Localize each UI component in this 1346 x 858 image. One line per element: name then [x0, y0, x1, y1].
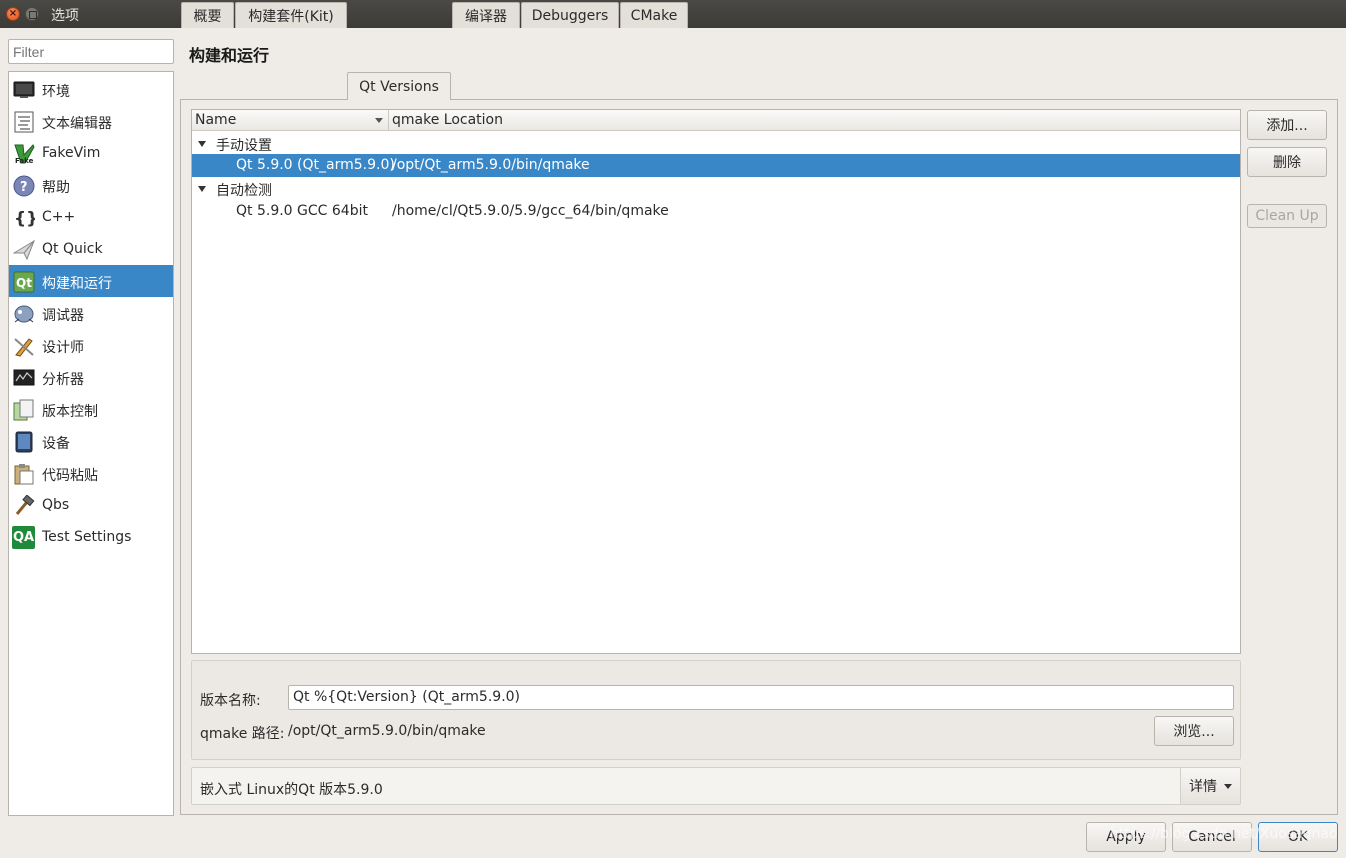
svg-text:{}: {} [14, 209, 35, 229]
version-name-input[interactable]: Qt %{Qt:Version} (Qt_arm5.9.0) [288, 685, 1234, 710]
add-button[interactable]: 添加... [1247, 110, 1327, 140]
category-label: FakeVim [42, 145, 101, 161]
qt-version-name: Qt 5.9.0 GCC 64bit [236, 203, 368, 219]
cpp-braces-icon: {} [12, 206, 35, 229]
category-label: 设备 [42, 436, 70, 452]
tab-overview[interactable]: 概要 [181, 2, 234, 28]
remove-button[interactable]: 删除 [1247, 147, 1327, 177]
category-item-cpp[interactable]: {} C++ [9, 201, 173, 233]
cancel-button[interactable]: Cancel [1172, 822, 1252, 852]
tab-qt-versions[interactable]: Qt Versions [347, 72, 451, 100]
category-item-devices[interactable]: 设备 [9, 425, 173, 457]
category-label: Qbs [42, 497, 70, 513]
category-item-debugger[interactable]: 调试器 [9, 297, 173, 329]
version-name-label: 版本名称: [200, 693, 261, 709]
category-label: 调试器 [42, 308, 84, 324]
tree-row[interactable]: Qt 5.9.0 GCC 64bit /home/cl/Qt5.9.0/5.9/… [192, 200, 1240, 223]
category-item-help[interactable]: ? 帮助 [9, 169, 173, 201]
details-toggle-button[interactable]: 详情 [1180, 768, 1240, 804]
version-control-icon [12, 398, 35, 421]
category-item-qbs[interactable]: Qbs [9, 489, 173, 521]
category-list: 环境 文本编辑器 Fake FakeVim ? 帮助 {} C++ Qt Qui… [8, 71, 174, 816]
tab-cmake[interactable]: CMake [620, 2, 688, 28]
debugger-bug-icon [12, 302, 35, 325]
version-info-bar: 嵌入式 Linux的Qt 版本5.9.0 详情 [191, 767, 1241, 805]
qmake-path-label: qmake 路径: [200, 726, 285, 742]
category-item-fakevim[interactable]: Fake FakeVim [9, 137, 173, 169]
category-label: 设计师 [42, 340, 84, 356]
category-item-code-paste[interactable]: 代码粘贴 [9, 457, 173, 489]
category-item-analyzer[interactable]: 分析器 [9, 361, 173, 393]
qmake-path-value: /opt/Qt_arm5.9.0/bin/qmake [288, 723, 486, 739]
qmake-location: /home/cl/Qt5.9.0/5.9/gcc_64/bin/qmake [392, 203, 669, 219]
maximize-window-button[interactable] [25, 7, 39, 21]
category-item-designer[interactable]: 设计师 [9, 329, 173, 361]
browse-button[interactable]: 浏览... [1154, 716, 1234, 746]
category-label: Test Settings [42, 529, 132, 545]
tab-debuggers[interactable]: Debuggers [521, 2, 619, 28]
tab-compilers[interactable]: 编译器 [452, 2, 520, 28]
tree-group-manual[interactable]: 手动设置 [192, 132, 1240, 155]
tab-kits[interactable]: 构建套件(Kit) [235, 2, 347, 28]
category-label: 分析器 [42, 372, 84, 388]
category-label: C++ [42, 209, 76, 225]
expand-arrow-icon[interactable] [198, 141, 206, 147]
category-item-qt-quick[interactable]: Qt Quick [9, 233, 173, 265]
category-label: Qt Quick [42, 241, 103, 257]
qmake-location: /opt/Qt_arm5.9.0/bin/qmake [392, 157, 590, 173]
category-item-version-control[interactable]: 版本控制 [9, 393, 173, 425]
tree-row[interactable]: Qt 5.9.0 (Qt_arm5.9.0) /opt/Qt_arm5.9.0/… [192, 154, 1240, 177]
category-label: 构建和运行 [42, 276, 112, 292]
version-info-text: 嵌入式 Linux的Qt 版本5.9.0 [200, 782, 383, 798]
column-header-location[interactable]: qmake Location [392, 112, 503, 128]
page-title: 构建和运行 [189, 46, 270, 65]
category-item-build-run[interactable]: Qt 构建和运行 [9, 265, 173, 297]
window-title: 选项 [51, 8, 79, 24]
version-details-group: 版本名称: Qt %{Qt:Version} (Qt_arm5.9.0) qma… [191, 660, 1241, 760]
hammer-icon [12, 494, 35, 517]
group-label: 手动设置 [216, 138, 272, 154]
monitor-icon [12, 78, 35, 101]
paper-plane-icon [12, 238, 35, 261]
category-item-test-settings[interactable]: QA Test Settings [9, 521, 173, 553]
category-label: 帮助 [42, 180, 70, 196]
column-separator[interactable] [388, 110, 389, 131]
qa-icon: QA [12, 526, 35, 549]
dropdown-arrow-icon [1224, 784, 1232, 789]
device-tablet-icon [12, 430, 35, 453]
qt-version-name: Qt 5.9.0 (Qt_arm5.9.0) [236, 157, 395, 173]
tree-group-auto-detected[interactable]: 自动检测 [192, 177, 1240, 200]
category-label: 版本控制 [42, 404, 98, 420]
close-window-button[interactable]: × [6, 7, 20, 21]
tree-header: Name qmake Location [192, 110, 1240, 131]
column-header-name[interactable]: Name [195, 112, 236, 128]
designer-brush-icon [12, 334, 35, 357]
svg-text:Fake: Fake [15, 157, 34, 165]
svg-text:?: ? [20, 180, 28, 195]
analyzer-icon [12, 366, 35, 389]
ok-button[interactable]: OK [1258, 822, 1338, 852]
qt-build-icon: Qt [12, 270, 35, 293]
fakevim-icon: Fake [12, 142, 35, 165]
category-item-text-editor[interactable]: 文本编辑器 [9, 105, 173, 137]
clipboard-icon [12, 462, 35, 485]
sort-indicator-icon [375, 118, 383, 123]
qt-versions-tree: Name qmake Location 手动设置 Qt 5.9.0 (Qt_ar… [191, 109, 1241, 654]
help-icon: ? [12, 174, 35, 197]
expand-arrow-icon[interactable] [198, 186, 206, 192]
apply-button[interactable]: Apply [1086, 822, 1166, 852]
category-label: 环境 [42, 84, 70, 100]
clean-up-button[interactable]: Clean Up [1247, 204, 1327, 228]
svg-text:Qt: Qt [16, 276, 32, 290]
group-label: 自动检测 [216, 183, 272, 199]
text-editor-icon [12, 110, 35, 133]
category-label: 代码粘贴 [42, 468, 98, 484]
category-label: 文本编辑器 [42, 116, 112, 132]
filter-input[interactable] [8, 39, 174, 64]
category-item-environment[interactable]: 环境 [9, 73, 173, 105]
details-button-label: 详情 [1189, 779, 1217, 795]
